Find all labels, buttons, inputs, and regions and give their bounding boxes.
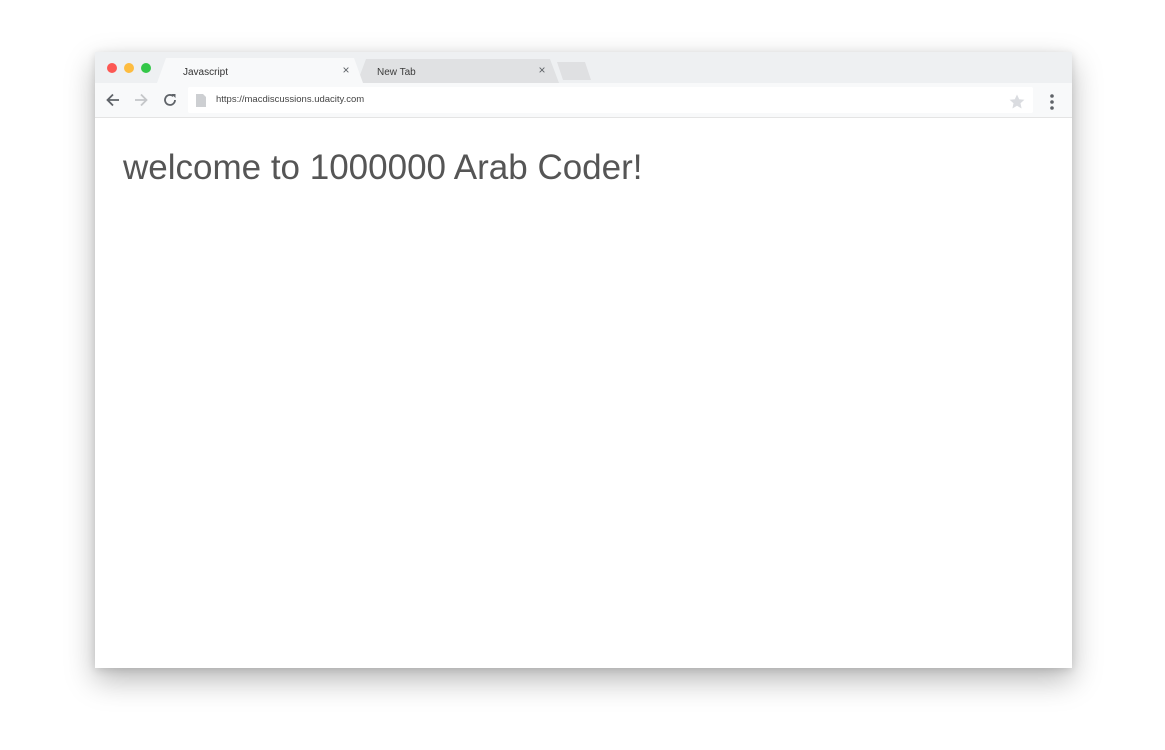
page-viewport: welcome to 1000000 Arab Coder! <box>95 118 1072 668</box>
tab-javascript[interactable]: Javascript × <box>157 58 363 83</box>
tab-strip: Javascript × New Tab × <box>95 52 1072 83</box>
new-tab-button[interactable] <box>555 62 593 80</box>
tab-title: Javascript <box>183 67 229 78</box>
tab-title: New Tab <box>377 67 416 78</box>
tab-close-icon[interactable]: × <box>340 64 352 76</box>
address-bar[interactable]: https://macdiscussions.udacity.com <box>188 87 1033 113</box>
navigation-toolbar: https://macdiscussions.udacity.com <box>95 83 1072 118</box>
browser-window: Javascript × New Tab × https://macdiscus… <box>95 52 1072 668</box>
kebab-menu-icon[interactable] <box>1045 93 1059 111</box>
window-close-button[interactable] <box>107 63 117 73</box>
reload-icon[interactable] <box>161 91 179 109</box>
tab-close-icon[interactable]: × <box>536 64 548 76</box>
tab-new-tab[interactable]: New Tab × <box>357 59 559 83</box>
page-heading: welcome to 1000000 Arab Coder! <box>123 148 643 187</box>
forward-arrow-icon[interactable] <box>132 91 150 109</box>
window-minimize-button[interactable] <box>124 63 134 73</box>
star-icon[interactable] <box>1008 93 1026 111</box>
window-zoom-button[interactable] <box>141 63 151 73</box>
page-icon <box>196 94 206 107</box>
back-arrow-icon[interactable] <box>104 91 122 109</box>
url-text[interactable]: https://macdiscussions.udacity.com <box>216 94 364 105</box>
